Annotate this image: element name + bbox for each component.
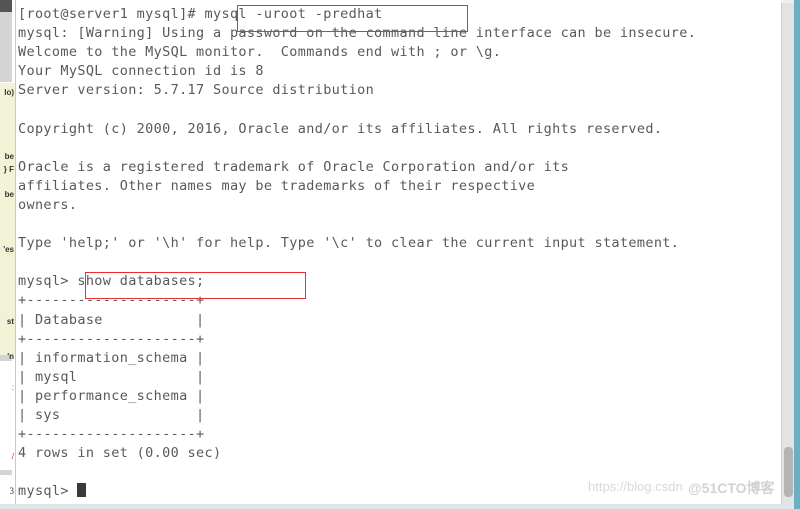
terminal-line: Oracle is a registered trademark of Orac… [18,158,570,175]
terminal-line: mysql> show databases; [18,273,205,290]
console-left-divider [15,0,16,509]
terminal-line: [root@server1 mysql]# mysql -uroot -pred… [18,6,383,22]
terminal-prompt-line[interactable]: mysql> [18,482,778,501]
terminal-line: affiliates. Other names may be trademark… [18,177,536,194]
terminal-line: 4 rows in set (0.00 sec) [18,445,222,462]
terminal-line: Type 'help;' or '\h' for help. Type '\c'… [18,235,680,252]
terminal-line: | mysql | [18,368,205,385]
terminal-line: owners. [18,196,78,213]
window-right-border [794,0,800,509]
terminal-line: Your MySQL connection id is 8 [18,63,264,80]
page-left-gutter: lo) be } F be 'es st 'n: / 3 [0,0,15,509]
window-bottom-strip [0,504,794,509]
gutter-rail-top [0,0,12,12]
terminal-console[interactable]: [root@server1 mysql]# mysql -uroot -pred… [15,0,781,509]
terminal-line: mysql: [Warning] Using a password on the… [18,25,697,42]
terminal-cursor [77,483,87,498]
vertical-scrollbar[interactable] [781,0,794,509]
terminal-line: | information_schema | [18,349,205,366]
gutter-text-fragment: : [11,383,14,392]
gutter-text-fragment: 'n [7,352,14,361]
gutter-text-fragment: } F [3,165,14,174]
gutter-text-fragment: st [6,317,14,326]
gutter-text-fragment: lo) [4,88,14,97]
terminal-line: Welcome to the MySQL monitor. Commands e… [18,44,502,61]
gutter-text-fragment: be [4,152,14,161]
terminal-line: Server version: 5.7.17 Source distributi… [18,82,375,99]
highlighted-page-band [0,83,15,355]
terminal-line: | Database | [18,311,205,328]
scrollbar-thumb[interactable] [784,447,793,497]
gutter-text-fragment: / [11,452,14,461]
terminal-line: +--------------------+ [18,426,205,443]
gutter-text-fragment: 3 [9,487,15,496]
gutter-rail-bottom [0,470,12,475]
gutter-rail-body [0,12,12,82]
terminal-line: Copyright (c) 2000, 2016, Oracle and/or … [18,120,663,137]
terminal-output: [root@server1 mysql]# mysql -uroot -pred… [18,5,778,501]
gutter-text-fragment: be [4,190,14,199]
terminal-line: +--------------------+ [18,292,205,309]
gutter-text-fragment: 'es [3,245,14,254]
terminal-line: | sys | [18,406,205,423]
terminal-line: +--------------------+ [18,330,205,347]
screenshot-root: lo) be } F be 'es st 'n: / 3 [root@server1 mysql… [0,0,800,509]
terminal-line: | performance_schema | [18,387,205,404]
terminal-prompt: mysql> [18,483,78,500]
